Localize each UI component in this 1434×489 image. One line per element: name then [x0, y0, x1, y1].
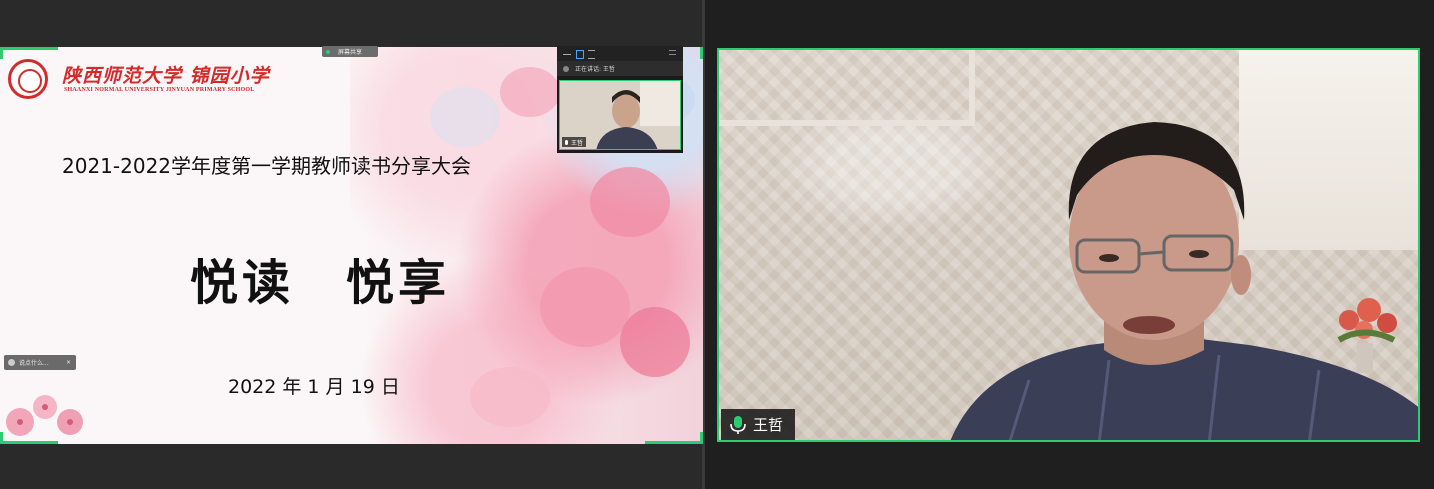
share-border-corner [0, 441, 58, 444]
blossom-petal [500, 67, 560, 117]
blossom-petal [540, 267, 630, 347]
video-background-frame [719, 50, 975, 126]
slide-heading: 2021-2022学年度第一学期教师读书分享大会 [62, 154, 472, 178]
speaker-view-icon[interactable] [576, 50, 584, 59]
slide-date: 2022 年 1 月 19 日 [228, 376, 400, 398]
share-border-corner [0, 432, 3, 444]
share-border-corner [700, 47, 703, 59]
expand-icon[interactable] [669, 50, 676, 55]
chat-input-chip[interactable]: 说点什么... × [4, 355, 76, 370]
active-speaker-label: 正在讲话: 王哲 [575, 66, 615, 73]
mini-participant-name: 王哲 [562, 137, 587, 147]
mic-icon [730, 415, 746, 434]
participant-video-person [950, 122, 1418, 440]
floating-panel-controls [557, 46, 683, 61]
floating-video-panel[interactable]: 正在讲话: 王哲 王哲 [557, 46, 683, 153]
close-icon[interactable]: × [66, 359, 71, 366]
chat-placeholder: 说点什么... [19, 360, 49, 367]
share-border-corner [0, 47, 3, 59]
corner-flowers-decoration [6, 395, 83, 436]
mic-icon [565, 139, 568, 145]
participant-name-tag: 王哲 [721, 409, 795, 440]
speaker-avatar-icon [563, 65, 569, 72]
blossom-petal [590, 167, 670, 237]
blossom-petal [620, 307, 690, 377]
share-border-corner [645, 441, 703, 444]
chat-avatar-icon [8, 359, 15, 366]
mini-video-feed[interactable]: 王哲 [559, 80, 681, 150]
screen-share-toolbar[interactable]: 屏幕共享 [322, 46, 378, 57]
participant-video-tile[interactable]: 王哲 [717, 48, 1420, 442]
active-speaker-bar: 正在讲话: 王哲 [557, 61, 683, 76]
school-name-cn: 陕西师范大学 锦园小学 [62, 65, 270, 87]
share-border-corner [0, 47, 58, 50]
screen-share-label: 屏幕共享 [338, 49, 363, 56]
minimize-icon[interactable] [563, 50, 571, 55]
school-logo-icon [8, 59, 48, 99]
blossom-petal [470, 367, 550, 427]
gallery-view-icon[interactable] [588, 50, 595, 59]
school-name-en: SHAANXI NORMAL UNIVERSITY JINYUAN PRIMAR… [64, 87, 255, 93]
sharing-indicator-icon [326, 49, 330, 54]
blossom-petal [430, 87, 500, 147]
slide-title: 悦读 悦享 [190, 255, 451, 311]
participant-name: 王哲 [753, 416, 784, 434]
share-border-corner [700, 432, 703, 444]
